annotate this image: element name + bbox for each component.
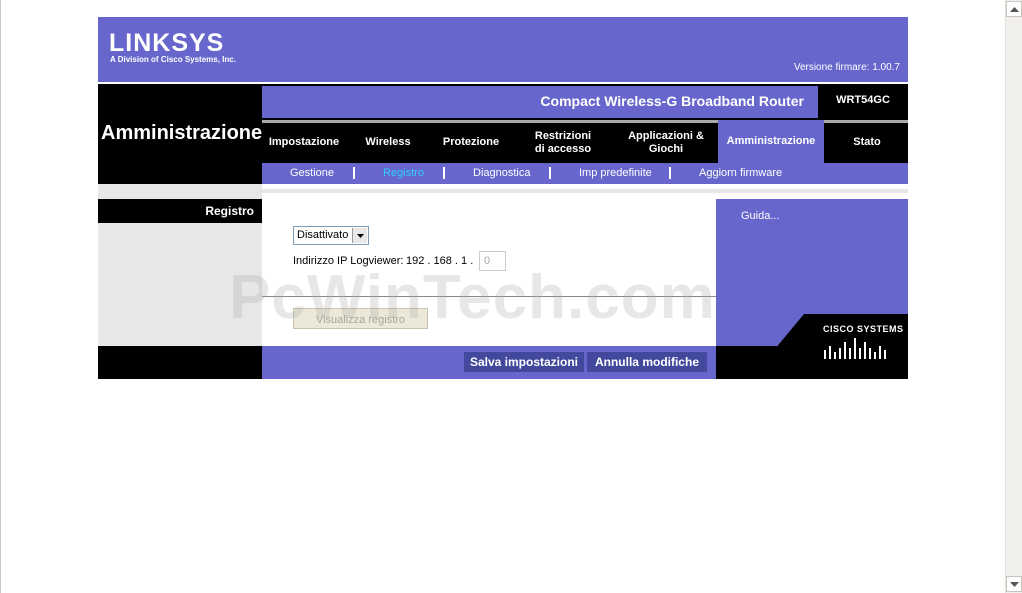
left-section-label: Registro [205, 204, 254, 218]
chevron-down-icon [1010, 582, 1019, 587]
tab-amministrazione[interactable]: Amministrazione [718, 120, 824, 163]
chevron-up-icon [1010, 7, 1019, 12]
scroll-up-button[interactable] [1006, 1, 1022, 17]
save-settings-button[interactable]: Salva impostazioni [464, 352, 584, 372]
subtab-gestione[interactable]: Gestione [290, 163, 334, 184]
log-select[interactable]: Disattivato [293, 226, 369, 245]
subtab-registro[interactable]: Registro [383, 163, 424, 184]
subtab-diagnostica[interactable]: Diagnostica [473, 163, 530, 184]
product-name: Compact Wireless-G Broadband Router [540, 93, 804, 109]
log-select-value: Disattivato [297, 229, 349, 241]
subtab-imp-predefinite[interactable]: Imp predefinite [579, 163, 652, 184]
tab-stato[interactable]: Stato [826, 122, 908, 163]
subtab-separator [669, 167, 671, 179]
grey-band-left [98, 184, 262, 199]
model-name: WRT54GC [836, 94, 890, 106]
cancel-changes-button[interactable]: Annulla modifiche [587, 352, 707, 372]
subtab-separator [353, 167, 355, 179]
tab-impostazione[interactable]: Impostazione [262, 122, 346, 163]
tab-applicazioni-giochi[interactable]: Applicazioni & Giochi [616, 122, 716, 163]
watermark: PcWinTech.com [229, 263, 716, 332]
footer-left-black [98, 346, 262, 379]
tab-restrizioni-di-accesso[interactable]: Restrizioni di accesso [516, 122, 610, 163]
section-title: Amministrazione [101, 122, 263, 144]
cisco-logo-text: CISCO SYSTEMS [823, 324, 904, 334]
vertical-scrollbar[interactable] [1005, 0, 1022, 593]
tab-protezione[interactable]: Protezione [430, 122, 512, 163]
linksys-logo-subtext: A Division of Cisco Systems, Inc. [110, 55, 236, 64]
help-link[interactable]: Guida... [741, 210, 780, 222]
scroll-down-button[interactable] [1006, 576, 1022, 592]
tab-wireless[interactable]: Wireless [348, 122, 428, 163]
cisco-bars-icon [824, 338, 886, 359]
linksys-logo: LINKSYS [109, 29, 225, 57]
firmware-version: Versione firmare: 1.00.7 [793, 62, 900, 73]
subtab-aggiorn-firmware[interactable]: Aggiorn firmware [699, 163, 782, 184]
subtab-separator [549, 167, 551, 179]
subtab-separator [443, 167, 445, 179]
chevron-down-icon[interactable] [352, 228, 367, 243]
